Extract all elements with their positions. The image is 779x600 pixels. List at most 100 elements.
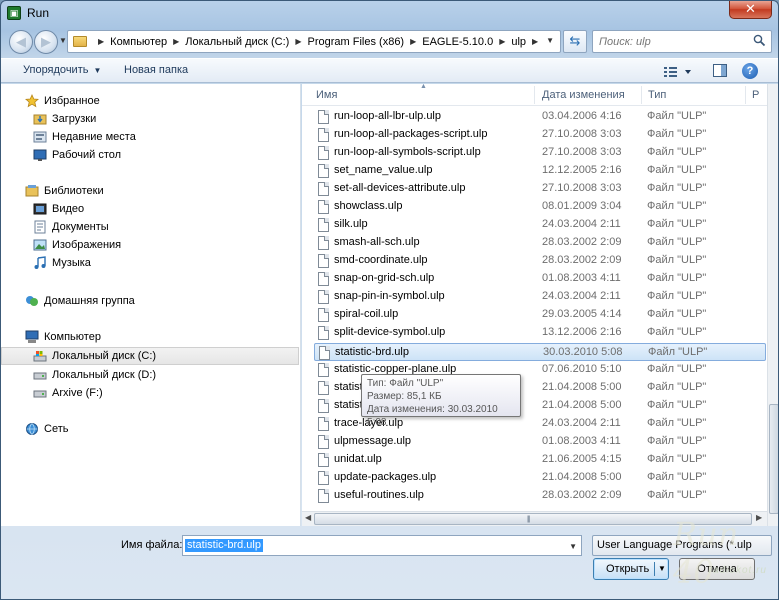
sidebar-item-favorites[interactable]: Избранное xyxy=(1,92,299,110)
file-row[interactable]: snap-pin-in-symbol.ulp 24.03.2004 2:11 Фай… xyxy=(314,288,766,306)
file-row[interactable]: set_name_value.ulp 12.12.2005 2:16 Файл "U… xyxy=(314,162,766,180)
search-box[interactable] xyxy=(592,30,772,53)
file-name: ulpmessage.ulp xyxy=(334,435,412,447)
file-name: statistic-brd.ulp xyxy=(335,346,409,358)
file-row[interactable]: split-device-symbol.ulp 13.12.2006 2:16 Фа… xyxy=(314,324,766,342)
cancel-button[interactable]: Отмена xyxy=(679,558,755,580)
open-button[interactable]: Открыть ▼ xyxy=(593,558,669,580)
file-row[interactable]: update-packages.ulp 21.04.2008 5:00 Файл "… xyxy=(314,469,766,487)
file-date: 21.04.2008 5:00 xyxy=(542,381,622,393)
breadcrumb-ulp[interactable]: ulp xyxy=(511,36,526,48)
breadcrumb-program-files[interactable]: Program Files (x86) xyxy=(308,36,405,48)
sidebar-item-music[interactable]: Музыка xyxy=(1,254,299,272)
vertical-scrollbar[interactable] xyxy=(767,84,778,526)
file-row[interactable]: showclass.ulp 08.01.2009 3:04 Файл "ULP" xyxy=(314,198,766,216)
horizontal-scrollbar[interactable]: ◀ ||| ▶ xyxy=(302,511,767,526)
breadcrumb-computer[interactable]: Компьютер xyxy=(110,36,167,48)
address-bar[interactable]: ▶ Компьютер ▶ Локальный диск (C:) ▶ Prog… xyxy=(67,30,561,53)
file-row[interactable]: run-loop-all-symbols-script.ulp 27.10.200… xyxy=(314,144,766,162)
scroll-right-icon[interactable]: ▶ xyxy=(756,513,762,522)
sidebar-item-recent-places[interactable]: Недавние места xyxy=(1,128,299,146)
scroll-left-icon[interactable]: ◀ xyxy=(305,513,311,522)
file-row[interactable]: spiral-coil.ulp 29.03.2005 4:14 Файл "ULP" xyxy=(314,306,766,324)
file-row[interactable]: snap-on-grid-sch.ulp 01.08.2003 4:11 Файл … xyxy=(314,270,766,288)
breadcrumb-drive-c[interactable]: Локальный диск (C:) xyxy=(185,36,289,48)
file-date: 21.04.2008 5:00 xyxy=(542,471,622,483)
sidebar-item-pictures[interactable]: Изображения xyxy=(1,236,299,254)
sidebar-item-computer[interactable]: Компьютер xyxy=(1,328,299,346)
file-row[interactable]: silk.ulp 24.03.2004 2:11 Файл "ULP" xyxy=(314,216,766,234)
column-divider[interactable] xyxy=(745,86,746,104)
sidebar-item-libraries[interactable]: Библиотеки xyxy=(1,182,299,200)
chevron-right-icon[interactable]: ▶ xyxy=(295,37,301,46)
address-dropdown-icon[interactable]: ▼ xyxy=(546,36,554,45)
file-row[interactable]: set-all-devices-attribute.ulp 27.10.2008 … xyxy=(314,180,766,198)
preview-pane-button[interactable] xyxy=(713,64,727,77)
chevron-right-icon[interactable]: ▶ xyxy=(410,37,416,46)
sidebar-item-drive-f[interactable]: Arxive (F:) xyxy=(1,384,299,402)
sidebar-item-drive-c[interactable]: Локальный диск (C:) xyxy=(1,347,299,365)
chevron-down-icon[interactable]: ▼ xyxy=(569,542,577,551)
filetype-select[interactable]: User Language Programs (*.ulp xyxy=(592,535,772,556)
sidebar-item-label: Избранное xyxy=(44,95,100,107)
chevron-down-icon[interactable]: ▼ xyxy=(658,564,666,573)
vertical-scrollbar-thumb[interactable] xyxy=(769,404,778,514)
file-row[interactable]: smd-coordinate.ulp 28.03.2002 2:09 Файл "U… xyxy=(314,252,766,270)
search-icon[interactable] xyxy=(753,34,766,47)
sidebar-item-documents[interactable]: Документы xyxy=(1,218,299,236)
file-list: ▲ Имя Дата изменения Тип Р run-loop-all-… xyxy=(302,84,767,526)
organize-button[interactable]: Упорядочить ▼ xyxy=(23,64,101,76)
column-divider[interactable] xyxy=(641,86,642,104)
file-type: Файл "ULP" xyxy=(647,453,707,465)
file-date: 01.08.2003 4:11 xyxy=(542,435,621,447)
file-row[interactable]: unidat.ulp 21.06.2005 4:15 Файл "ULP" xyxy=(314,451,766,469)
new-folder-button[interactable]: Новая папка xyxy=(124,64,188,76)
sidebar-item-label: Библиотеки xyxy=(44,185,104,197)
file-date: 01.08.2003 4:11 xyxy=(542,272,621,284)
sidebar-item-drive-d[interactable]: Локальный диск (D:) xyxy=(1,366,299,384)
column-header-name[interactable]: Имя xyxy=(316,89,337,101)
horizontal-scrollbar-thumb[interactable]: ||| xyxy=(314,513,752,525)
chevron-right-icon[interactable]: ▶ xyxy=(98,37,104,46)
file-type: Файл "ULP" xyxy=(647,417,707,429)
sidebar-item-desktop[interactable]: Рабочий стол xyxy=(1,146,299,164)
sidebar-item-network[interactable]: Сеть xyxy=(1,420,299,438)
chevron-down-icon: ▼ xyxy=(93,66,102,75)
file-type: Файл "ULP" xyxy=(647,381,707,393)
help-button[interactable]: ? xyxy=(742,63,758,79)
sidebar-item-label: Компьютер xyxy=(44,331,101,343)
search-input[interactable] xyxy=(597,33,747,50)
file-row[interactable]: run-loop-all-lbr-ulp.ulp 03.04.2006 4:16 Ф… xyxy=(314,108,766,126)
back-button[interactable]: ◀ xyxy=(9,30,33,54)
column-header-type[interactable]: Тип xyxy=(648,89,666,101)
filename-combobox[interactable]: statistic-brd.ulp ▼ xyxy=(182,535,582,556)
file-icon xyxy=(319,346,330,360)
file-row[interactable]: useful-routines.ulp 28.03.2002 2:09 Файл "… xyxy=(314,487,766,505)
column-divider[interactable] xyxy=(534,86,535,104)
close-button[interactable]: ✕ xyxy=(729,1,772,19)
recent-pages-dropdown-icon[interactable]: ▼ xyxy=(59,36,67,45)
file-date: 28.03.2002 2:09 xyxy=(542,489,622,501)
column-header-date[interactable]: Дата изменения xyxy=(542,89,625,101)
tooltip-type: Тип: Файл "ULP" xyxy=(367,378,444,389)
file-row-selected[interactable]: statistic-brd.ulp 30.03.2010 5:08 Файл "UL… xyxy=(314,343,766,361)
breadcrumb-eagle[interactable]: EAGLE-5.10.0 xyxy=(422,36,493,48)
column-header-size[interactable]: Р xyxy=(752,89,759,101)
chevron-right-icon[interactable]: ▶ xyxy=(499,37,505,46)
file-row[interactable]: run-loop-all-packages-script.ulp 27.10.20… xyxy=(314,126,766,144)
view-options-icon[interactable] xyxy=(663,65,693,79)
sidebar-item-downloads[interactable]: Загрузки xyxy=(1,110,299,128)
sidebar-item-label: Загрузки xyxy=(52,113,97,125)
file-icon xyxy=(318,236,329,250)
forward-button[interactable]: ▶ xyxy=(34,30,58,54)
filename-input[interactable]: statistic-brd.ulp xyxy=(185,539,263,552)
file-info-tooltip: Тип: Файл "ULP" Размер: 85,1 КБ Дата изм… xyxy=(361,374,521,428)
file-row[interactable]: ulpmessage.ulp 01.08.2003 4:11 Файл "ULP" xyxy=(314,433,766,451)
sidebar-item-video[interactable]: Видео xyxy=(1,200,299,218)
refresh-button[interactable]: ⇆ xyxy=(563,30,587,53)
file-type: Файл "ULP" xyxy=(647,471,707,483)
chevron-right-icon[interactable]: ▶ xyxy=(173,37,179,46)
chevron-right-icon[interactable]: ▶ xyxy=(532,37,538,46)
file-row[interactable]: smash-all-sch.ulp 28.03.2002 2:09 Файл "UL… xyxy=(314,234,766,252)
sidebar-item-homegroup[interactable]: Домашняя группа xyxy=(1,292,299,310)
